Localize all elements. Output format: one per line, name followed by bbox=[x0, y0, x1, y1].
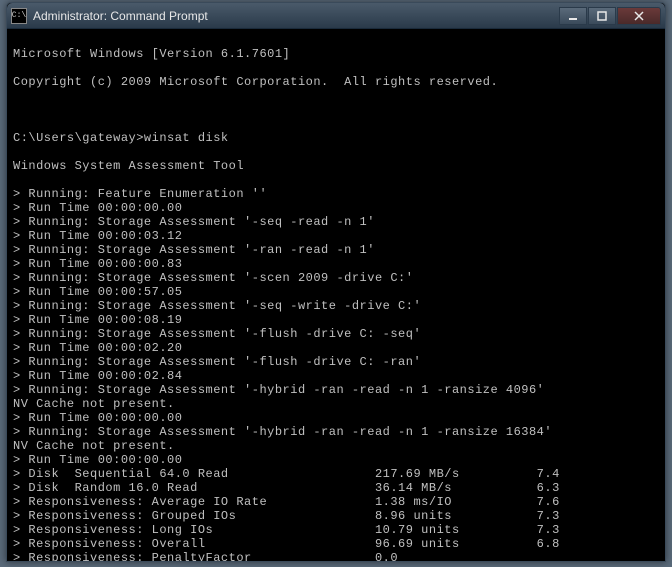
output-line: > Responsiveness: Overall 96.69 units 6.… bbox=[13, 537, 659, 551]
output-line: > Responsiveness: Average IO Rate 1.38 m… bbox=[13, 495, 659, 509]
minimize-button[interactable] bbox=[559, 7, 587, 25]
header-line: Copyright (c) 2009 Microsoft Corporation… bbox=[13, 75, 659, 89]
output-line: > Running: Storage Assessment '-hybrid -… bbox=[13, 425, 659, 439]
output-line: > Run Time 00:00:02.20 bbox=[13, 341, 659, 355]
output-line: > Run Time 00:00:00.83 bbox=[13, 257, 659, 271]
output-line: > Disk Sequential 64.0 Read 217.69 MB/s … bbox=[13, 467, 659, 481]
output-line: > Running: Storage Assessment '-seq -rea… bbox=[13, 215, 659, 229]
window-title: Administrator: Command Prompt bbox=[33, 9, 559, 23]
window-controls bbox=[559, 7, 661, 25]
app-icon-label: C:\ bbox=[12, 11, 26, 20]
output-line: > Responsiveness: Grouped IOs 8.96 units… bbox=[13, 509, 659, 523]
blank-line bbox=[13, 103, 659, 117]
output-line: > Running: Storage Assessment '-ran -rea… bbox=[13, 243, 659, 257]
header-line: Microsoft Windows [Version 6.1.7601] bbox=[13, 47, 659, 61]
output-line: > Run Time 00:00:02.84 bbox=[13, 369, 659, 383]
output-line: > Running: Storage Assessment '-hybrid -… bbox=[13, 383, 659, 397]
maximize-button[interactable] bbox=[588, 7, 616, 25]
terminal-output[interactable]: Microsoft Windows [Version 6.1.7601] Cop… bbox=[7, 29, 665, 561]
output-line: > Responsiveness: Long IOs 10.79 units 7… bbox=[13, 523, 659, 537]
output-line: > Run Time 00:00:00.00 bbox=[13, 201, 659, 215]
maximize-icon bbox=[597, 11, 607, 21]
output-line: NV Cache not present. bbox=[13, 397, 659, 411]
output-line: > Running: Storage Assessment '-seq -wri… bbox=[13, 299, 659, 313]
output-line: > Running: Storage Assessment '-flush -d… bbox=[13, 327, 659, 341]
output-line: > Running: Storage Assessment '-scen 200… bbox=[13, 271, 659, 285]
titlebar[interactable]: C:\ Administrator: Command Prompt bbox=[7, 3, 665, 29]
command-prompt-window: C:\ Administrator: Command Prompt Micros… bbox=[6, 2, 666, 562]
output-line: > Run Time 00:00:57.05 bbox=[13, 285, 659, 299]
output-line: > Running: Feature Enumeration '' bbox=[13, 187, 659, 201]
output-line: > Disk Random 16.0 Read 36.14 MB/s 6.3 bbox=[13, 481, 659, 495]
output-line: > Responsiveness: PenaltyFactor 0.0 bbox=[13, 551, 659, 561]
output-line: > Run Time 00:00:03.12 bbox=[13, 229, 659, 243]
output-line: > Run Time 00:00:00.00 bbox=[13, 453, 659, 467]
close-icon bbox=[634, 11, 644, 21]
prompt-line: C:\Users\gateway>winsat disk bbox=[13, 131, 659, 145]
output-line: > Run Time 00:00:08.19 bbox=[13, 313, 659, 327]
output-line: > Running: Storage Assessment '-flush -d… bbox=[13, 355, 659, 369]
minimize-icon bbox=[568, 11, 578, 21]
output-line: NV Cache not present. bbox=[13, 439, 659, 453]
output-line: > Run Time 00:00:00.00 bbox=[13, 411, 659, 425]
app-icon: C:\ bbox=[11, 8, 27, 24]
close-button[interactable] bbox=[617, 7, 661, 25]
tool-line: Windows System Assessment Tool bbox=[13, 159, 659, 173]
